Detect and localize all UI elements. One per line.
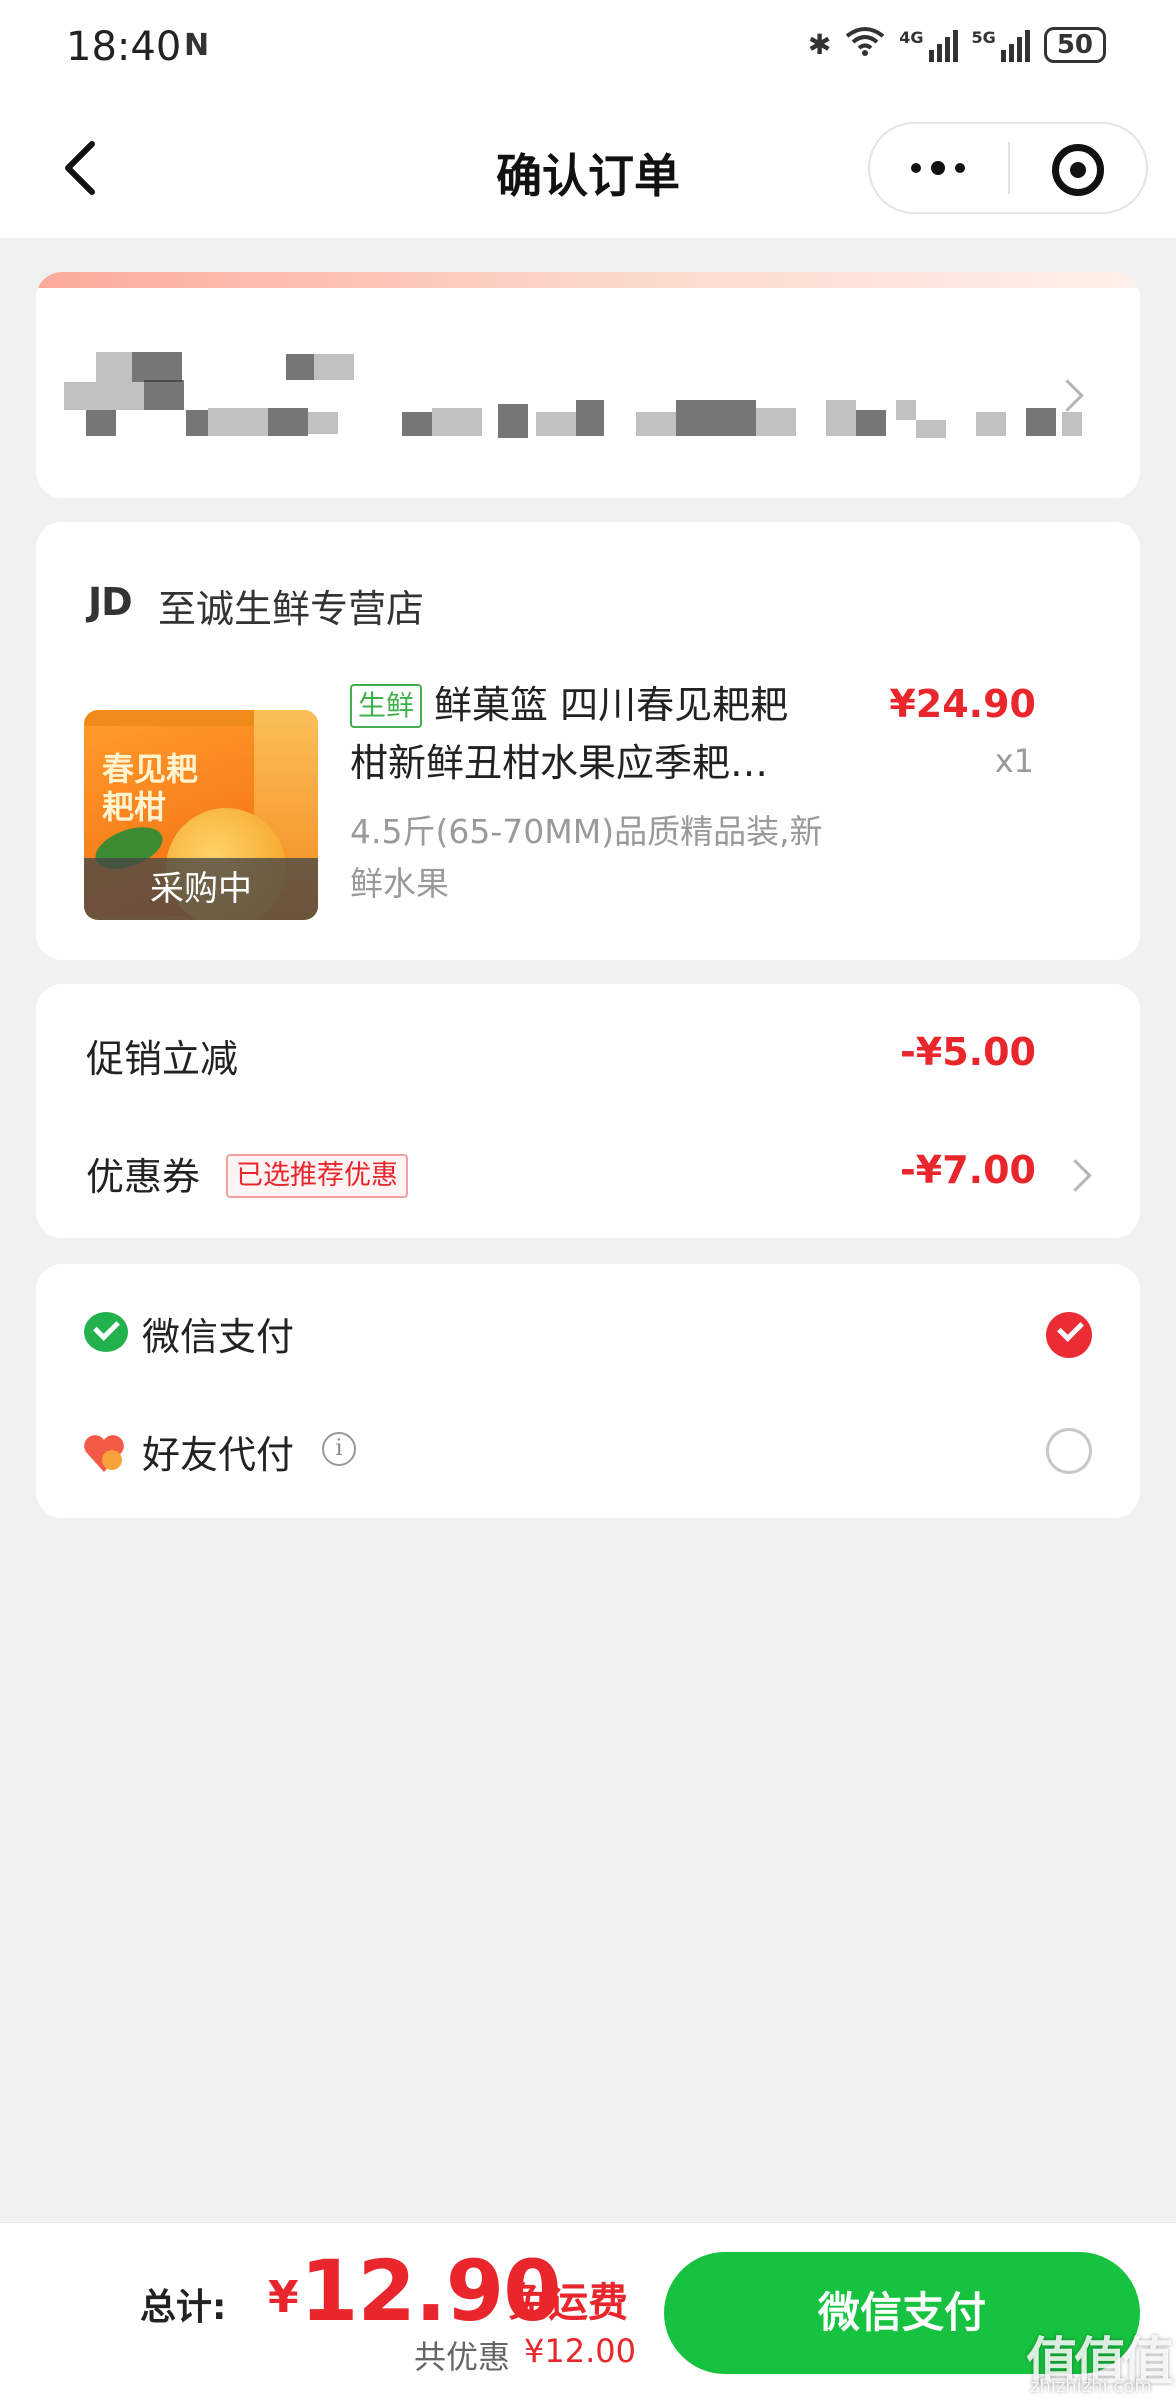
address-blur bbox=[756, 408, 796, 436]
product-title-line2[interactable]: 柑新鲜丑柑水果应季耙… bbox=[350, 734, 850, 792]
total-label: 总计: bbox=[140, 2287, 227, 2328]
nfc-icon: N bbox=[184, 28, 210, 63]
product-title-line1[interactable]: 鲜菓篮 四川春见耙耙 bbox=[434, 676, 854, 734]
coupon-badge: 已选推荐优惠 bbox=[226, 1154, 408, 1198]
fresh-tag: 生鲜 bbox=[350, 684, 423, 728]
total-saved-amount: ¥12.00 bbox=[524, 2332, 636, 2370]
address-blur bbox=[308, 412, 338, 434]
product-spec: 4.5斤(65-70MM)品质精品装,新鲜水果 bbox=[350, 812, 823, 903]
address-blur bbox=[86, 410, 116, 436]
address-card[interactable] bbox=[36, 272, 1140, 498]
payment-method-card bbox=[36, 1264, 1140, 1518]
product-box-text: 春见耙耙柑 bbox=[102, 750, 199, 826]
battery-icon: 50 bbox=[1043, 26, 1106, 63]
address-blur bbox=[186, 410, 208, 436]
jd-logo: JD bbox=[88, 580, 133, 624]
address-blur bbox=[286, 354, 314, 380]
address-blur bbox=[96, 352, 132, 382]
address-blur bbox=[896, 400, 916, 420]
watermark-url: zhizhizhi.com bbox=[1030, 2376, 1152, 2397]
address-blur bbox=[536, 412, 576, 436]
friend-pay-label[interactable]: 好友代付 bbox=[142, 1424, 294, 1479]
status-icons: ✱ 4G 5G 50 bbox=[808, 26, 1106, 63]
address-blur bbox=[132, 352, 182, 382]
total-currency: ¥ bbox=[268, 2272, 299, 2323]
coupon-amount[interactable]: -¥7.00 bbox=[900, 1148, 1036, 1192]
address-blur bbox=[676, 400, 756, 436]
buying-status-label: 采购中 bbox=[84, 858, 318, 920]
address-stripe bbox=[36, 272, 1140, 288]
wechat-pay-icon bbox=[84, 1312, 128, 1352]
address-blur bbox=[268, 408, 308, 436]
wechat-pay-radio-checked[interactable] bbox=[1046, 1312, 1092, 1358]
product-price: ¥24.90 bbox=[889, 682, 1036, 726]
address-blur bbox=[144, 380, 184, 410]
friend-pay-radio-unchecked[interactable] bbox=[1046, 1428, 1092, 1474]
address-blur bbox=[856, 410, 886, 436]
address-blur bbox=[432, 408, 482, 436]
more-dots-icon[interactable] bbox=[906, 150, 970, 186]
free-shipping-label: 免运费 bbox=[508, 2280, 628, 2326]
wechat-pay-label[interactable]: 微信支付 bbox=[142, 1306, 294, 1361]
promo-amount: -¥5.00 bbox=[900, 1030, 1036, 1074]
address-blur bbox=[576, 400, 604, 436]
address-blur bbox=[636, 412, 676, 436]
address-blur bbox=[916, 420, 946, 438]
info-icon[interactable]: i bbox=[322, 1432, 356, 1466]
address-blur bbox=[976, 412, 1006, 436]
address-blur bbox=[402, 412, 432, 436]
address-blur bbox=[826, 400, 856, 436]
address-blur bbox=[1062, 412, 1082, 436]
promo-label: 促销立减 bbox=[86, 1037, 239, 1081]
coupon-label[interactable]: 优惠券 bbox=[86, 1146, 200, 1201]
wifi-icon bbox=[845, 26, 885, 63]
address-blur bbox=[208, 408, 268, 436]
bluetooth-icon: ✱ bbox=[807, 28, 832, 61]
address-blur bbox=[1026, 408, 1056, 436]
capsule-divider bbox=[1008, 142, 1010, 194]
shop-name[interactable]: 至诚生鲜专营店 bbox=[158, 578, 424, 633]
record-target-icon[interactable] bbox=[1052, 144, 1104, 196]
signal-4g-icon: 4G bbox=[899, 28, 958, 62]
address-blur bbox=[314, 354, 354, 380]
product-quantity: x1 bbox=[994, 742, 1034, 780]
address-blur bbox=[64, 382, 144, 410]
total-saved-label: 共优惠 bbox=[414, 2338, 511, 2376]
signal-5g-icon: 5G bbox=[972, 28, 1030, 62]
discount-card bbox=[36, 984, 1140, 1238]
address-chevron-right-icon bbox=[1051, 379, 1084, 412]
status-time: 18:40 bbox=[66, 24, 182, 70]
address-blur bbox=[498, 404, 528, 438]
friend-pay-heart-icon bbox=[84, 1435, 124, 1472]
